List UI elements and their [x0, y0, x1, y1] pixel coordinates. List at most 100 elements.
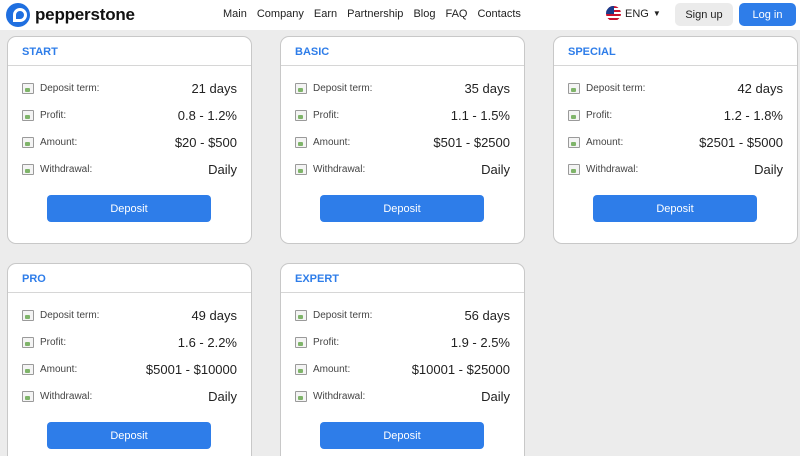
- detail-label: Deposit term:: [40, 309, 100, 321]
- plan-card-pro: PRO Deposit term: 49 days Profit: 1.6 - 2.2%…: [7, 263, 252, 456]
- detail-label: Amount:: [40, 136, 78, 148]
- detail-value: $2501 - $5000: [699, 134, 783, 150]
- us-flag-icon: [606, 6, 621, 21]
- nav-company[interactable]: Company: [257, 8, 304, 20]
- nav-blog[interactable]: Blog: [413, 8, 435, 20]
- language-label: ENG: [625, 7, 649, 20]
- plan-title: SPECIAL: [568, 46, 616, 58]
- plan-card-expert: EXPERT Deposit term: 56 days Profit: 1.9 - 2…: [280, 263, 525, 456]
- plan-detail-row: Profit: 1.1 - 1.5%: [295, 106, 510, 124]
- deposit-button[interactable]: Deposit: [593, 195, 757, 222]
- plan-detail-row: Withdrawal: Daily: [295, 160, 510, 178]
- nav-earn[interactable]: Earn: [314, 8, 337, 20]
- deposit-button[interactable]: Deposit: [320, 195, 484, 222]
- detail-value: 1.1 - 1.5%: [450, 107, 510, 123]
- plan-detail-row: Amount: $501 - $2500: [295, 133, 510, 151]
- detail-value: $5001 - $10000: [145, 361, 237, 377]
- plan-detail-row: Withdrawal: Daily: [295, 387, 510, 405]
- detail-value: Daily: [208, 388, 237, 404]
- nav-partnership[interactable]: Partnership: [347, 8, 403, 20]
- plan-title: BASIC: [295, 46, 330, 58]
- broken-image-icon: [568, 82, 580, 94]
- plan-title: PRO: [22, 273, 46, 285]
- detail-label: Withdrawal:: [40, 390, 93, 402]
- detail-label: Deposit term:: [40, 82, 100, 94]
- broken-image-icon: [22, 136, 34, 148]
- detail-label: Amount:: [313, 136, 351, 148]
- plan-detail-row: Deposit term: 35 days: [295, 79, 510, 97]
- detail-value: Daily: [754, 161, 783, 177]
- plan-detail-row: Deposit term: 49 days: [22, 306, 237, 324]
- nav-main[interactable]: Main: [223, 8, 247, 20]
- plan-detail-row: Amount: $10001 - $25000: [295, 360, 510, 378]
- broken-image-icon: [22, 363, 34, 375]
- broken-image-icon: [22, 309, 34, 321]
- broken-image-icon: [568, 163, 580, 175]
- plan-detail-row: Withdrawal: Daily: [568, 160, 783, 178]
- plan-detail-row: Deposit term: 21 days: [22, 79, 237, 97]
- detail-label: Deposit term:: [313, 82, 373, 94]
- broken-image-icon: [22, 82, 34, 94]
- detail-label: Profit:: [586, 109, 613, 121]
- plan-detail-row: Deposit term: 42 days: [568, 79, 783, 97]
- card-divider: [281, 65, 524, 66]
- detail-label: Profit:: [313, 109, 340, 121]
- detail-label: Withdrawal:: [40, 163, 93, 175]
- broken-image-icon: [568, 136, 580, 148]
- broken-image-icon: [22, 390, 34, 402]
- detail-label: Withdrawal:: [586, 163, 639, 175]
- detail-value: 1.9 - 2.5%: [450, 334, 510, 350]
- plan-detail-row: Amount: $5001 - $10000: [22, 360, 237, 378]
- plan-detail-row: Profit: 1.9 - 2.5%: [295, 333, 510, 351]
- brand-name: pepperstone: [35, 5, 135, 24]
- detail-value: Daily: [208, 161, 237, 177]
- broken-image-icon: [295, 363, 307, 375]
- detail-value: $20 - $500: [174, 134, 237, 150]
- card-divider: [554, 65, 797, 66]
- detail-value: Daily: [481, 388, 510, 404]
- detail-value: 21 days: [191, 80, 237, 96]
- detail-value: 1.6 - 2.2%: [177, 334, 237, 350]
- site-header: pepperstone Main Company Earn Partnershi…: [0, 0, 800, 30]
- detail-label: Amount:: [40, 363, 78, 375]
- broken-image-icon: [22, 109, 34, 121]
- signup-button[interactable]: Sign up: [675, 3, 733, 26]
- brand-logo[interactable]: pepperstone: [6, 3, 135, 27]
- broken-image-icon: [295, 82, 307, 94]
- broken-image-icon: [295, 163, 307, 175]
- plan-detail-row: Profit: 1.2 - 1.8%: [568, 106, 783, 124]
- plan-card-basic: BASIC Deposit term: 35 days Profit: 1.1 - 1.…: [280, 36, 525, 244]
- plan-detail-row: Profit: 1.6 - 2.2%: [22, 333, 237, 351]
- detail-label: Withdrawal:: [313, 390, 366, 402]
- login-button[interactable]: Log in: [739, 3, 796, 26]
- detail-label: Amount:: [313, 363, 351, 375]
- language-selector[interactable]: ENG ▼: [606, 6, 661, 21]
- card-divider: [8, 292, 251, 293]
- plan-card-start: START Deposit term: 21 days Profit: 0.8 - 1.…: [7, 36, 252, 244]
- detail-label: Amount:: [586, 136, 624, 148]
- main-nav: Main Company Earn Partnership Blog FAQ C…: [223, 8, 521, 20]
- nav-contacts[interactable]: Contacts: [477, 8, 520, 20]
- detail-label: Profit:: [40, 109, 67, 121]
- card-divider: [281, 292, 524, 293]
- deposit-button[interactable]: Deposit: [47, 422, 211, 449]
- detail-value: Daily: [481, 161, 510, 177]
- plan-detail-row: Withdrawal: Daily: [22, 387, 237, 405]
- plan-card-special: SPECIAL Deposit term: 42 days Profit: 1.2 - …: [553, 36, 798, 244]
- detail-value: 35 days: [464, 80, 510, 96]
- detail-value: 1.2 - 1.8%: [723, 107, 783, 123]
- broken-image-icon: [295, 390, 307, 402]
- detail-value: 42 days: [737, 80, 783, 96]
- broken-image-icon: [22, 163, 34, 175]
- plan-detail-row: Profit: 0.8 - 1.2%: [22, 106, 237, 124]
- pepperstone-logo-icon: [6, 3, 30, 27]
- nav-faq[interactable]: FAQ: [445, 8, 467, 20]
- broken-image-icon: [295, 136, 307, 148]
- card-divider: [8, 65, 251, 66]
- plan-title: START: [22, 46, 58, 58]
- plan-detail-row: Deposit term: 56 days: [295, 306, 510, 324]
- detail-label: Profit:: [313, 336, 340, 348]
- plan-detail-row: Amount: $2501 - $5000: [568, 133, 783, 151]
- deposit-button[interactable]: Deposit: [47, 195, 211, 222]
- deposit-button[interactable]: Deposit: [320, 422, 484, 449]
